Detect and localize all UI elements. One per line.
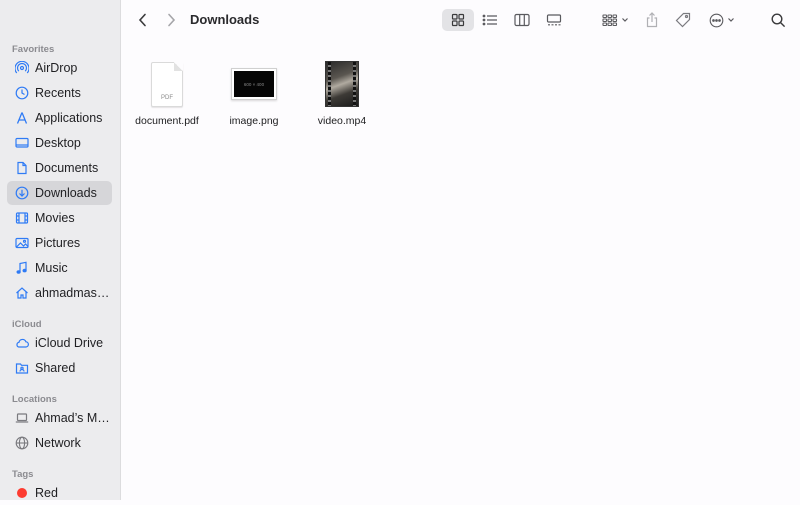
clock-icon bbox=[15, 86, 29, 100]
document-icon bbox=[15, 161, 29, 175]
image-thumbnail: 600 × 400 bbox=[231, 68, 277, 100]
back-button[interactable] bbox=[134, 9, 152, 31]
home-icon bbox=[15, 286, 29, 300]
image-thumbnail-text: 600 × 400 bbox=[234, 71, 274, 97]
sidebar-item-documents[interactable]: Documents bbox=[7, 156, 112, 180]
sidebar-item-applications[interactable]: Applications bbox=[7, 106, 112, 130]
share-icon bbox=[646, 12, 658, 28]
sidebar-item-home[interactable]: ahmadmas… bbox=[7, 281, 112, 305]
sidebar-item-label: Documents bbox=[35, 161, 99, 175]
sidebar-item-airdrop[interactable]: AirDrop bbox=[7, 56, 112, 80]
group-grid-icon bbox=[601, 14, 617, 27]
sidebar-item-tag-red[interactable]: Red bbox=[7, 481, 112, 505]
sidebar-item-movies[interactable]: Movies bbox=[7, 206, 112, 230]
ellipsis-circle-icon bbox=[709, 13, 724, 27]
sidebar: Favorites AirDrop Recents Applications D… bbox=[0, 0, 121, 500]
sidebar-item-downloads[interactable]: Downloads bbox=[7, 181, 112, 205]
sidebar-item-label: Shared bbox=[35, 361, 76, 375]
pdf-file-icon: PDF bbox=[151, 61, 183, 107]
sidebar-item-music[interactable]: Music bbox=[7, 256, 112, 280]
forward-button[interactable] bbox=[162, 9, 180, 31]
sidebar-item-label: AirDrop bbox=[35, 61, 78, 75]
list-view-button[interactable] bbox=[478, 9, 502, 31]
video-thumbnail bbox=[325, 61, 359, 107]
laptop-icon bbox=[15, 411, 29, 425]
file-name: video.mp4 bbox=[317, 115, 367, 127]
chevron-left-icon bbox=[138, 13, 146, 27]
sidebar-item-label: Movies bbox=[35, 211, 75, 225]
column-view-button[interactable] bbox=[510, 9, 534, 31]
file-item-video[interactable]: video.mp4 bbox=[302, 56, 382, 127]
columns-icon bbox=[514, 13, 530, 27]
sidebar-item-icloud-drive[interactable]: iCloud Drive bbox=[7, 331, 112, 355]
more-actions-button[interactable] bbox=[706, 9, 738, 31]
grid-icon bbox=[451, 13, 465, 27]
sidebar-item-network[interactable]: Network bbox=[7, 431, 112, 455]
pdf-badge: PDF bbox=[161, 94, 173, 101]
sidebar-item-label: Downloads bbox=[35, 186, 97, 200]
file-name: document.pdf bbox=[135, 115, 199, 127]
chevron-down-icon bbox=[621, 18, 628, 22]
tags-section-title: Tags bbox=[12, 469, 34, 480]
applications-icon bbox=[15, 111, 29, 125]
airdrop-icon bbox=[15, 61, 29, 75]
sidebar-item-label: Music bbox=[35, 261, 68, 275]
music-note-icon bbox=[15, 261, 29, 275]
sidebar-item-label: Desktop bbox=[35, 136, 81, 150]
locations-section-title: Locations bbox=[12, 394, 57, 405]
gallery-view-button[interactable] bbox=[542, 9, 566, 31]
tag-icon bbox=[675, 12, 691, 28]
sidebar-item-label: Recents bbox=[35, 86, 81, 100]
icon-view-button[interactable] bbox=[442, 9, 474, 31]
globe-icon bbox=[15, 436, 29, 450]
sidebar-item-shared[interactable]: Shared bbox=[7, 356, 112, 380]
sidebar-item-label: Network bbox=[35, 436, 81, 450]
photo-icon bbox=[15, 236, 29, 250]
file-item-image[interactable]: 600 × 400 image.png bbox=[214, 56, 294, 127]
file-name: image.png bbox=[229, 115, 279, 127]
search-icon bbox=[770, 12, 785, 27]
download-icon bbox=[15, 186, 29, 200]
sidebar-item-desktop[interactable]: Desktop bbox=[7, 131, 112, 155]
cloud-icon bbox=[15, 336, 29, 350]
chevron-down-icon bbox=[728, 18, 734, 22]
sidebar-item-macbook[interactable]: Ahmad’s M… bbox=[7, 406, 112, 430]
chevron-right-icon bbox=[168, 13, 176, 27]
film-icon bbox=[15, 211, 29, 225]
sidebar-item-recents[interactable]: Recents bbox=[7, 81, 112, 105]
window-title: Downloads bbox=[190, 12, 260, 27]
red-tag-dot-icon bbox=[15, 486, 29, 500]
list-icon bbox=[482, 14, 497, 26]
shared-folder-icon bbox=[15, 361, 29, 375]
desktop-icon bbox=[15, 136, 29, 150]
group-by-button[interactable] bbox=[598, 9, 632, 31]
sidebar-item-label: iCloud Drive bbox=[35, 336, 104, 350]
sidebar-item-label: Ahmad’s M… bbox=[35, 411, 110, 425]
sidebar-item-label: ahmadmas… bbox=[35, 286, 110, 300]
sidebar-item-label: Applications bbox=[35, 111, 103, 125]
icloud-section-title: iCloud bbox=[12, 319, 42, 330]
favorites-section-title: Favorites bbox=[12, 44, 55, 55]
sidebar-item-label: Pictures bbox=[35, 236, 81, 250]
gallery-icon bbox=[546, 14, 562, 26]
sidebar-item-pictures[interactable]: Pictures bbox=[7, 231, 112, 255]
tags-button[interactable] bbox=[673, 9, 693, 31]
search-button[interactable] bbox=[768, 9, 788, 31]
file-item-pdf[interactable]: PDF document.pdf bbox=[127, 56, 207, 127]
sidebar-item-label: Red bbox=[35, 486, 58, 500]
share-button[interactable] bbox=[642, 9, 662, 31]
